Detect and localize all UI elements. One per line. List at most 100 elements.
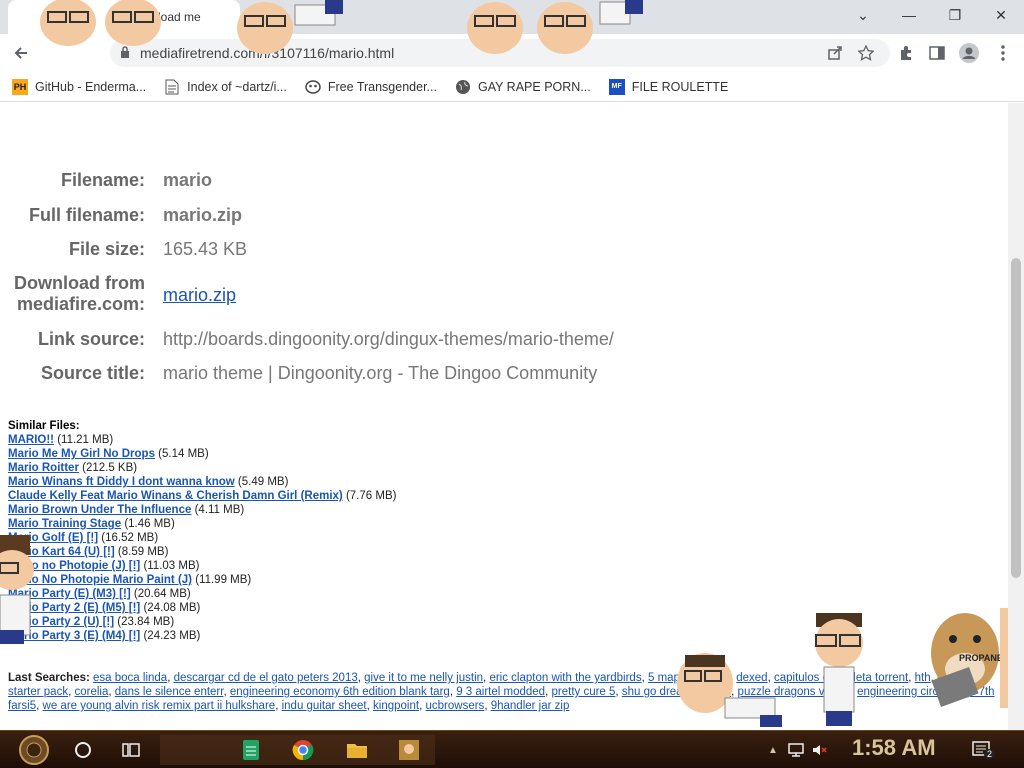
similar-file-size: (1.46 MB) — [124, 518, 175, 530]
start-button[interactable] — [12, 735, 56, 765]
similar-file-item: Mario Party 3 (E) (M4) [!] (24.23 MB) — [8, 629, 396, 643]
source-title-label: Source title: — [40, 363, 145, 383]
similar-file-item: Mario no Photopie (J) [!] (11.03 MB) — [8, 559, 396, 573]
download-link[interactable]: mario.zip — [163, 285, 236, 306]
svg-text:PROPANE: PROPANE — [959, 653, 1003, 663]
extensions-icon[interactable] — [893, 40, 919, 66]
last-search-link[interactable]: we are young alvin risk remix part ii hu… — [43, 700, 276, 712]
last-search-link[interactable]: pretty cure 5 — [552, 686, 616, 698]
taskbar: ▲ 1:58 AM 2 — [0, 730, 1024, 768]
last-search-link[interactable]: eric clapton with the yardbirds — [489, 672, 641, 684]
pinned-app-icon[interactable] — [396, 735, 422, 765]
mask-icon — [305, 79, 321, 95]
notification-count-badge: 2 — [984, 749, 996, 759]
source-title-value: mario theme | Dingoonity.org - The Dingo… — [163, 363, 598, 383]
bookmark-github[interactable]: PH GitHub - Enderma... — [12, 78, 147, 95]
page-content: Filename: mario Full filename: mario.zip… — [0, 103, 1008, 730]
cartoon-character-decoration — [815, 613, 863, 726]
similar-file-size: (16.52 MB) — [101, 532, 159, 544]
similar-file-link[interactable]: Mario Me My Girl No Drops — [8, 448, 155, 460]
filename-value: mario — [163, 170, 213, 190]
file-size-label: File size: — [68, 239, 145, 259]
cartoon-character-decoration — [40, 0, 161, 46]
bookmark-label: GitHub - Enderma... — [35, 79, 147, 94]
similar-file-item: MARIO!! (11.21 MB) — [8, 433, 396, 447]
sheets-app-icon[interactable] — [238, 735, 264, 765]
last-search-link[interactable]: 9 3 airtel modded — [456, 686, 545, 698]
similar-file-size: (24.23 MB) — [143, 630, 201, 642]
maximize-button[interactable]: ❐ — [932, 0, 978, 30]
bookmark-free[interactable]: Free Transgender... — [305, 79, 437, 95]
last-search-link[interactable]: engineering economy 6th edition blank ta… — [230, 686, 450, 698]
last-search-link[interactable]: dans le silence enterr — [115, 686, 224, 698]
similar-file-link[interactable]: Claude Kelly Feat Mario Winans & Cherish… — [8, 490, 343, 502]
last-search-link[interactable]: indu guitar sheet — [282, 700, 367, 712]
similar-file-link[interactable]: MARIO!! — [8, 434, 54, 446]
bookmark-file-roulette[interactable]: MF FILE ROULETTE — [608, 78, 729, 95]
similar-file-size: (212.5 KB) — [82, 462, 138, 474]
bookmark-label: GAY RAPE PORN... — [477, 79, 591, 94]
notification-center-icon[interactable]: 2 — [970, 735, 996, 765]
last-search-link[interactable]: give it to me nelly justin — [364, 672, 483, 684]
similar-file-item: Mario Party (E) (M3) [!] (20.64 MB) — [8, 587, 396, 601]
bookmark-gay[interactable]: GAY RAPE PORN... — [455, 79, 591, 95]
similar-file-size: (5.14 MB) — [158, 448, 209, 460]
tab-search-icon[interactable]: ⌄ — [840, 0, 886, 30]
similar-files: Similar Files: MARIO!! (11.21 MB) Mario M… — [8, 419, 396, 643]
last-search-link[interactable]: kingpoint — [373, 700, 419, 712]
similar-file-size: (24.08 MB) — [143, 602, 201, 614]
file-explorer-icon[interactable] — [344, 735, 370, 765]
cartoon-character-decoration — [237, 0, 343, 54]
bookmark-label: Index of ~dartz/i... — [187, 79, 287, 94]
similar-file-link[interactable]: Mario Winans ft Diddy I dont wanna know — [8, 476, 235, 488]
similar-file-link[interactable]: Mario Roitter — [8, 462, 79, 474]
last-search-link[interactable]: esa boca linda — [93, 672, 167, 684]
similar-file-size: (11.21 MB) — [57, 434, 114, 446]
last-search-link[interactable]: corelia — [74, 686, 108, 698]
chevron-up-icon[interactable]: ▲ — [766, 735, 780, 765]
file-size-value: 165.43 KB — [163, 239, 248, 259]
similar-file-item: Mario Roitter (212.5 KB) — [8, 461, 396, 475]
similar-file-item: Mario Me My Girl No Drops (5.14 MB) — [8, 447, 396, 461]
last-searches-title: Last Searches: — [8, 672, 90, 684]
similar-file-link[interactable]: Mario Brown Under The Influence — [8, 504, 191, 516]
similar-file-size: (7.76 MB) — [345, 490, 397, 502]
minimize-button[interactable]: — — [886, 0, 932, 30]
profile-icon[interactable] — [956, 40, 982, 66]
last-search-link[interactable]: ucbrowsers — [426, 700, 485, 712]
similar-file-item: Claude Kelly Feat Mario Winans & Cherish… — [8, 489, 396, 503]
full-filename-label: Full filename: — [28, 205, 145, 225]
close-button[interactable]: ✕ — [978, 0, 1024, 30]
menu-kebab-icon[interactable] — [990, 40, 1016, 66]
bookmark-index[interactable]: Index of ~dartz/i... — [164, 79, 287, 95]
search-circle-icon[interactable] — [70, 735, 96, 765]
cartoon-character-decoration — [1000, 608, 1008, 708]
steampunk-start-icon — [19, 735, 49, 765]
similar-file-item: Mario Party 2 (U) [!] (23.84 MB) — [8, 615, 396, 629]
similar-file-link[interactable]: Mario Training Stage — [8, 518, 121, 530]
system-clock[interactable]: 1:58 AM — [852, 735, 936, 761]
last-search-link[interactable]: 9handler jar zip — [491, 700, 570, 712]
cartoon-character-decoration — [677, 653, 782, 727]
similar-file-item: Mario Winans ft Diddy I dont wanna know … — [8, 475, 396, 489]
network-icon[interactable] — [786, 735, 806, 765]
file-icon: MF — [608, 78, 625, 95]
side-panel-icon[interactable] — [924, 40, 950, 66]
scrollbar-thumb[interactable] — [1011, 258, 1021, 578]
cartoon-character-decoration — [0, 535, 34, 644]
similar-file-size: (11.99 MB) — [195, 574, 252, 586]
last-search-link[interactable]: descargar cd de el gato peters 2013 — [174, 672, 358, 684]
propane-hamster-decoration: PROPANE — [931, 613, 1003, 707]
filename-label: Filename: — [60, 170, 145, 190]
ph-icon: PH — [12, 78, 28, 95]
similar-file-size: (20.64 MB) — [133, 588, 191, 600]
similar-file-item: Mario No Photopie Mario Paint (J) (11.99… — [8, 573, 396, 587]
volume-muted-icon[interactable] — [810, 735, 830, 765]
similar-file-size: (8.59 MB) — [117, 546, 169, 558]
chrome-app-icon[interactable] — [290, 735, 316, 765]
task-view-icon[interactable] — [118, 735, 144, 765]
star-icon[interactable] — [853, 40, 879, 66]
share-icon[interactable] — [822, 40, 848, 66]
page-scrollbar[interactable] — [1008, 103, 1024, 730]
bookmark-label: FILE ROULETTE — [631, 79, 729, 94]
